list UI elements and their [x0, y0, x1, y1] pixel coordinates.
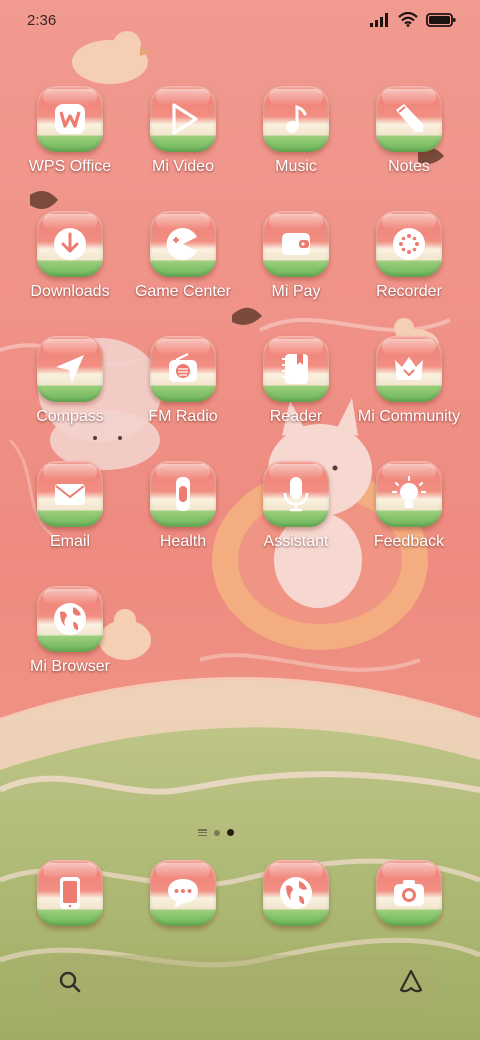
chat-bubble-icon	[168, 879, 198, 908]
app-feedback[interactable]: Feedback	[353, 461, 465, 551]
globe-icon	[54, 603, 86, 635]
app-mi-community[interactable]: Mi Community	[353, 336, 465, 426]
app-label: Feedback	[373, 533, 445, 550]
app-reader[interactable]: Reader	[240, 336, 352, 426]
status-time: 2:36	[27, 12, 57, 29]
app-label: Reader	[269, 408, 323, 425]
search-input[interactable]	[94, 965, 388, 1001]
search-bar[interactable]	[38, 955, 443, 1009]
status-bar: 2:36	[0, 0, 480, 44]
app-health[interactable]: Health	[127, 461, 239, 551]
app-label: Mi Browser	[29, 658, 110, 675]
signal-icon	[370, 12, 388, 27]
app-label: WPS Office	[28, 158, 112, 175]
app-assistant[interactable]: Assistant	[240, 461, 352, 551]
app-recorder[interactable]: Recorder	[353, 211, 465, 301]
app-label: Recorder	[376, 283, 442, 300]
app-wps-office[interactable]: WPS Office	[14, 86, 126, 176]
wallet-icon	[282, 233, 310, 255]
wps-office-icon	[55, 104, 85, 134]
app-label: Game Center	[134, 283, 232, 300]
app-mi-pay[interactable]: Mi Pay	[240, 211, 352, 301]
recorder-icon	[393, 228, 425, 260]
app-label: Health	[159, 533, 207, 550]
download-icon	[54, 228, 86, 260]
app-label: FM Radio	[148, 408, 218, 425]
dock-browser[interactable]	[240, 860, 352, 926]
app-notes[interactable]: Notes	[353, 86, 465, 176]
camera-icon	[394, 880, 424, 906]
app-label: Notes	[388, 158, 430, 175]
app-label: Email	[49, 533, 90, 550]
watch-icon	[176, 477, 190, 511]
crown-icon	[395, 357, 423, 380]
play-icon	[172, 103, 198, 135]
app-email[interactable]: Email	[14, 461, 126, 551]
phone-device-icon	[60, 877, 80, 909]
dock-phone[interactable]	[14, 860, 126, 926]
pencil-icon	[396, 104, 423, 132]
compass-icon	[56, 355, 84, 383]
page-dot	[214, 829, 220, 836]
dock-messages[interactable]	[127, 860, 239, 926]
envelope-icon	[55, 484, 85, 505]
radio-icon	[169, 353, 197, 382]
app-label: Assistant	[263, 533, 329, 550]
app-mi-browser[interactable]: Mi Browser	[14, 586, 126, 676]
book-icon	[282, 354, 308, 384]
app-fm-radio[interactable]: FM Radio	[127, 336, 239, 426]
status-icons	[370, 12, 456, 27]
app-label: Music	[275, 158, 317, 175]
app-label: Compass	[36, 408, 104, 425]
dock-camera[interactable]	[353, 860, 465, 926]
app-mi-video[interactable]: Mi Video	[127, 86, 239, 176]
app-label: Mi Pay	[271, 283, 321, 300]
wifi-icon	[398, 12, 418, 27]
app-label: Mi Video	[152, 158, 214, 175]
app-downloads[interactable]: Downloads	[14, 211, 126, 301]
page-indicator[interactable]	[198, 829, 234, 836]
page-indicator-menu-icon	[198, 829, 207, 836]
app-label: Mi Community	[357, 408, 461, 425]
app-compass[interactable]: Compass	[14, 336, 126, 426]
lightbulb-icon	[391, 475, 427, 508]
microphone-icon	[283, 477, 309, 512]
search-icon[interactable]	[58, 970, 82, 994]
assistant-triangle-icon[interactable]	[397, 968, 425, 996]
page-dot-active	[227, 829, 234, 836]
music-note-icon	[286, 104, 307, 133]
battery-icon	[426, 12, 456, 27]
game-center-icon	[166, 228, 197, 260]
app-label: Downloads	[30, 283, 110, 300]
app-game-center[interactable]: Game Center	[127, 211, 239, 301]
app-music[interactable]: Music	[240, 86, 352, 176]
globe-icon	[280, 877, 312, 909]
